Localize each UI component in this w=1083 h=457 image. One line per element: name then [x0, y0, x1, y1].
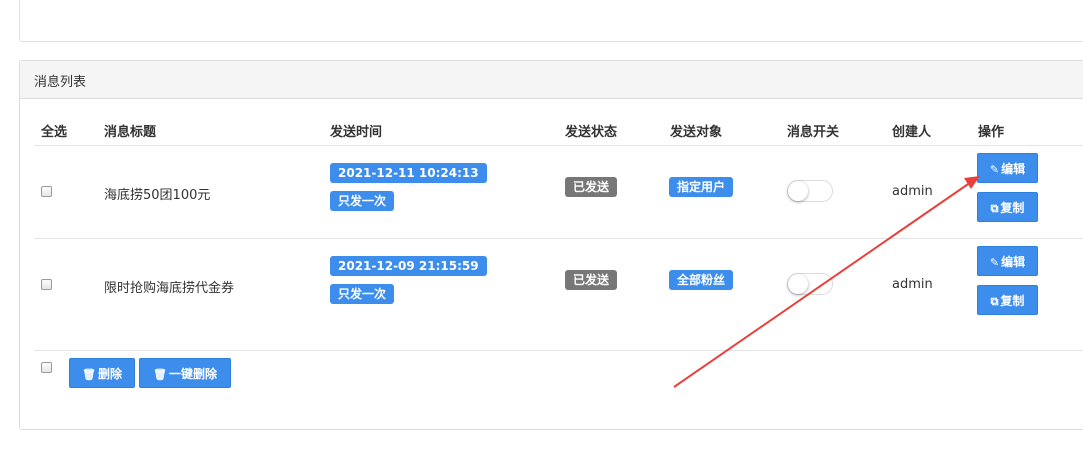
edit-button[interactable]: ✎ 编辑	[977, 153, 1038, 183]
toggle-knob	[788, 181, 808, 201]
frequency-badge: 只发一次	[330, 191, 395, 211]
status-badge: 已发送	[565, 270, 618, 290]
row-checkbox[interactable]	[41, 279, 52, 290]
toggle-knob	[788, 274, 808, 294]
footer-divider	[34, 350, 1083, 351]
header-send-status: 发送状态	[565, 125, 618, 140]
header-actions: 操作	[978, 125, 1005, 140]
copy-button[interactable]: ⧉ 复制	[977, 285, 1038, 315]
frequency-badge: 只发一次	[330, 284, 395, 304]
message-switch-toggle[interactable]	[787, 273, 833, 295]
send-time-badge: 2021-12-09 21:15:59	[330, 256, 487, 276]
row-title: 海底捞50团100元	[104, 188, 211, 203]
delete-button[interactable]: 🗑 删除	[69, 358, 135, 388]
copy-label: 复制	[1000, 294, 1025, 308]
delete-all-label: 一键删除	[168, 367, 217, 381]
top-panel	[19, 0, 1083, 42]
row-title: 限时抢购海底捞代金券	[104, 281, 235, 296]
edit-icon: ✎	[989, 163, 1000, 176]
footer-select-all-checkbox[interactable]	[41, 362, 52, 373]
header-select-all: 全选	[41, 125, 68, 140]
header-creator: 创建人	[892, 125, 932, 140]
header-title: 消息标题	[104, 125, 157, 140]
trash-icon: 🗑	[153, 368, 167, 381]
creator-name: admin	[892, 277, 933, 292]
edit-icon: ✎	[989, 256, 1000, 269]
row-divider	[34, 238, 1083, 239]
panel-title: 消息列表	[34, 75, 87, 90]
edit-label: 编辑	[1001, 255, 1026, 269]
row-checkbox[interactable]	[41, 186, 52, 197]
copy-icon: ⧉	[990, 295, 999, 308]
trash-icon: 🗑	[82, 368, 96, 381]
creator-name: admin	[892, 184, 933, 199]
edit-label: 编辑	[1001, 162, 1026, 176]
copy-label: 复制	[1000, 201, 1025, 215]
header-send-time: 发送时间	[330, 125, 383, 140]
send-time-badge: 2021-12-11 10:24:13	[330, 163, 487, 183]
message-switch-toggle[interactable]	[787, 180, 833, 202]
copy-icon: ⧉	[990, 202, 999, 215]
header-switch: 消息开关	[787, 125, 840, 140]
edit-button[interactable]: ✎ 编辑	[977, 246, 1038, 276]
copy-button[interactable]: ⧉ 复制	[977, 192, 1038, 222]
header-send-target: 发送对象	[670, 125, 723, 140]
delete-label: 删除	[97, 367, 122, 381]
header-divider	[34, 145, 1083, 146]
panel-heading: 消息列表	[20, 61, 1083, 99]
target-badge: 指定用户	[669, 177, 734, 197]
delete-all-button[interactable]: 🗑 一键删除	[139, 358, 231, 388]
target-badge: 全部粉丝	[669, 270, 734, 290]
status-badge: 已发送	[565, 177, 618, 197]
